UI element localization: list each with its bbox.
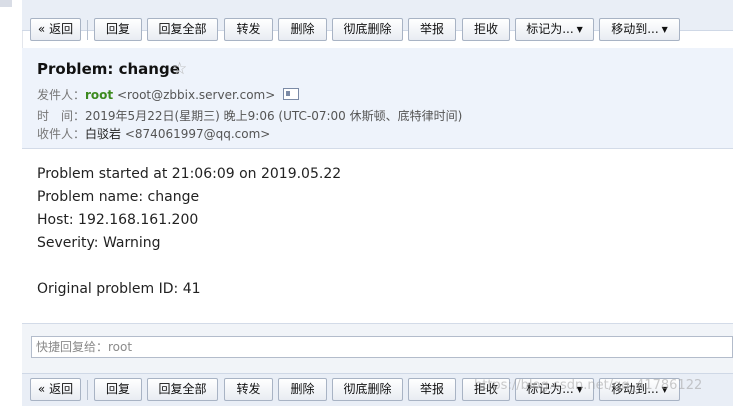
move-to-dropdown[interactable]: 移动到... ▼: [599, 378, 680, 401]
star-icon[interactable]: ☆: [172, 59, 187, 79]
body-line: Severity: Warning: [37, 235, 161, 251]
chevron-down-icon: ▼: [661, 25, 668, 34]
move-to-label: 移动到...: [611, 382, 659, 396]
body-line: Original problem ID: 41: [37, 281, 201, 297]
toolbar-divider: [87, 20, 88, 40]
mark-as-label: 标记为...: [526, 382, 574, 396]
mark-as-label: 标记为...: [526, 22, 574, 36]
sender-address: <root@zbbix.server.com>: [117, 88, 276, 102]
recipient-name[interactable]: 白驳岩: [85, 127, 121, 141]
body-line: Problem started at 21:06:09 on 2019.05.2…: [37, 166, 342, 182]
from-label: 发件人：: [37, 88, 86, 102]
reply-button[interactable]: 回复: [94, 378, 142, 401]
reply-all-button[interactable]: 回复全部: [147, 18, 218, 41]
quick-reply-area: [22, 323, 733, 374]
gutter-marker: [0, 0, 12, 7]
from-row: 发件人：root <root@zbbix.server.com>: [37, 86, 300, 103]
move-to-label: 移动到...: [611, 22, 659, 36]
time-row: 时 间：2019年5月22日(星期三) 晚上9:06 (UTC-07:00 休斯…: [37, 107, 462, 124]
report-button[interactable]: 举报: [408, 18, 456, 41]
top-toolbar: « 返回 回复 回复全部 转发 删除 彻底删除 举报 拒收 标记为... ▼ 移动…: [22, 0, 733, 41]
delete-button[interactable]: 删除: [278, 378, 327, 401]
chevron-down-icon: ▼: [576, 385, 583, 394]
move-to-dropdown[interactable]: 移动到... ▼: [599, 18, 680, 41]
delete-permanent-button[interactable]: 彻底删除: [332, 378, 403, 401]
time-label: 时 间：: [37, 109, 86, 123]
back-button[interactable]: « 返回: [30, 18, 81, 41]
body-line: Problem name: change: [37, 189, 200, 205]
to-label: 收件人：: [37, 127, 86, 141]
reject-button[interactable]: 拒收: [462, 18, 510, 41]
mark-as-dropdown[interactable]: 标记为... ▼: [515, 18, 594, 41]
email-header: Problem: change ☆ 发件人：root <root@zbbix.s…: [22, 48, 733, 149]
recipient-address: <874061997@qq.com>: [124, 127, 271, 141]
left-gutter: [0, 0, 23, 405]
delete-button[interactable]: 删除: [278, 18, 327, 41]
to-row: 收件人：白驳岩 <874061997@qq.com>: [37, 125, 270, 142]
bottom-toolbar: « 返回 回复 回复全部 转发 删除 彻底删除 举报 拒收 标记为... ▼ 移动…: [22, 373, 733, 406]
back-button[interactable]: « 返回: [30, 378, 81, 401]
delete-permanent-button[interactable]: 彻底删除: [332, 18, 403, 41]
mail-reader: « 返回 回复 回复全部 转发 删除 彻底删除 举报 拒收 标记为... ▼ 移动…: [22, 0, 733, 406]
mark-as-dropdown[interactable]: 标记为... ▼: [515, 378, 594, 401]
time-value: 2019年5月22日(星期三) 晚上9:06 (UTC-07:00 休斯顿、底特…: [85, 109, 463, 123]
sender-name[interactable]: root: [85, 88, 113, 102]
forward-button[interactable]: 转发: [224, 378, 273, 401]
email-body: Problem started at 21:06:09 on 2019.05.2…: [22, 149, 733, 323]
body-line: Host: 192.168.161.200: [37, 212, 199, 228]
chevron-down-icon: ▼: [661, 385, 668, 394]
quick-reply-input[interactable]: [31, 336, 733, 358]
email-subject: Problem: change: [37, 60, 180, 78]
reply-all-button[interactable]: 回复全部: [147, 378, 218, 401]
contact-card-icon[interactable]: [283, 88, 300, 100]
forward-button[interactable]: 转发: [224, 18, 273, 41]
toolbar-divider: [87, 380, 88, 400]
reject-button[interactable]: 拒收: [462, 378, 510, 401]
chevron-down-icon: ▼: [576, 25, 583, 34]
reply-button[interactable]: 回复: [94, 18, 142, 41]
report-button[interactable]: 举报: [408, 378, 456, 401]
